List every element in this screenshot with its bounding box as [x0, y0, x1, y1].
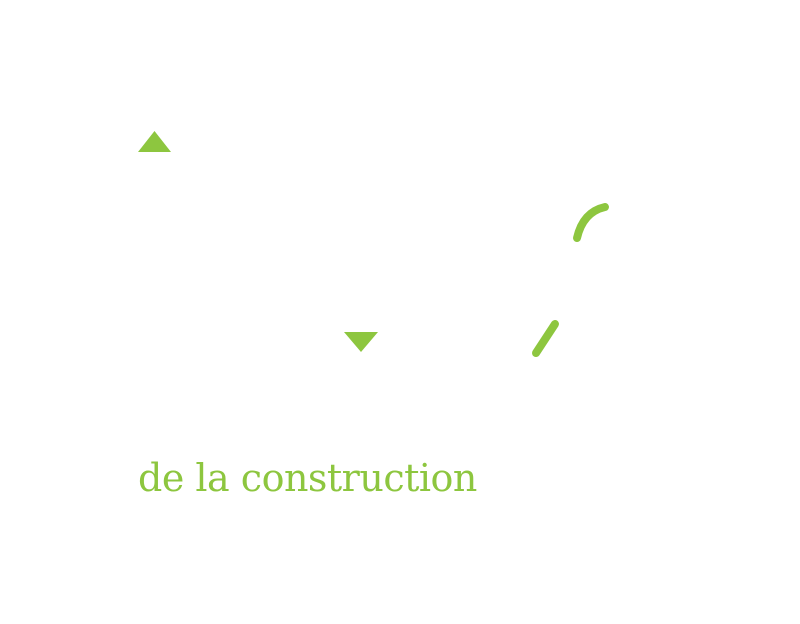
- logo-canvas: de la construction: [0, 0, 800, 624]
- slash-stroke-icon: [532, 320, 559, 357]
- tagline-text: de la construction: [138, 456, 477, 500]
- logo-graphic: [138, 131, 609, 357]
- arc-stroke-icon: [573, 203, 609, 242]
- triangle-up-icon: [138, 131, 171, 152]
- triangle-down-icon: [344, 332, 378, 352]
